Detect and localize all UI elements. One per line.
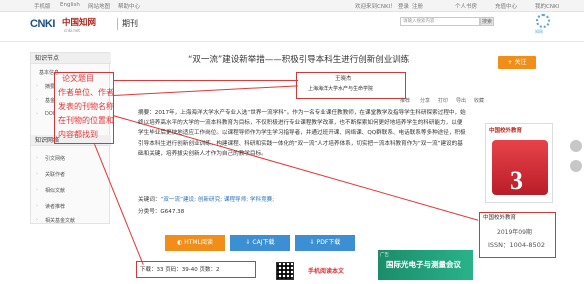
sidebar-item-similar[interactable]: 相似文献	[45, 187, 65, 194]
tool-recommend[interactable]: 推荐	[400, 97, 410, 104]
annotation-line-3: 发表的刊物名称	[58, 102, 114, 111]
ad-tag: 广告	[380, 253, 389, 258]
journal-issue[interactable]: 2019年09期	[497, 227, 532, 236]
tool-share[interactable]: 分享	[420, 97, 430, 104]
search-button[interactable]: 搜索	[480, 17, 494, 26]
sidebar-item-reader-rec[interactable]: 读者推荐	[45, 203, 65, 210]
cover-art: 3	[492, 140, 548, 195]
section-label: 期刊	[122, 19, 138, 28]
caj-download-button[interactable]: ⇩ CAJ下载	[230, 235, 290, 251]
logo-circle-icon	[536, 14, 550, 28]
author-name[interactable]: 王晓杰	[335, 74, 352, 82]
keywords-label: 关键词：	[138, 197, 161, 203]
annotation-line-1: 论文题目	[62, 74, 94, 83]
chevron-right-icon: ›	[36, 217, 38, 223]
keywords-value[interactable]: “双一流”建设; 创新研究; 课程导师; 学科竞赛;	[160, 197, 274, 203]
ad-banner[interactable]: 广告 国际光电子与测量会议	[378, 250, 473, 280]
pdf-download-label: PDF下载	[316, 239, 341, 246]
sitemap-link[interactable]: 网站地图	[88, 2, 110, 10]
mobile-link[interactable]: 手机版	[34, 2, 51, 10]
top-bar: 手机版 English 网站地图 帮助中心 欢迎来到CNKI！ 登录 注册 个人…	[0, 0, 584, 12]
tool-export[interactable]: 导出	[456, 97, 466, 104]
annotation-line-5: 内容都找到	[58, 130, 98, 139]
welcome-text: 欢迎来到CNKI！	[355, 4, 396, 10]
download-icon: ⇩	[309, 239, 317, 246]
personal-study-link[interactable]: 个人书房	[455, 2, 477, 10]
recharge-link[interactable]: 充值中心	[495, 2, 517, 10]
chevron-right-icon: ›	[36, 171, 38, 177]
zhiwang-logo[interactable]: 知网	[534, 13, 552, 35]
chevron-right-icon: ›	[36, 83, 38, 89]
author-affiliation[interactable]: 上海海洋大学水产与生命学院	[308, 85, 373, 92]
classification-row: 分类号：G647.38	[138, 207, 184, 215]
chevron-right-icon: ›	[36, 97, 38, 103]
sidebar-item-fund-docs[interactable]: 相关基金文献	[45, 217, 75, 224]
logo-cnki-text: CNKI	[30, 18, 55, 30]
ad-text: 国际光电子与测量会议	[386, 260, 461, 269]
qr-code-icon[interactable]	[276, 262, 294, 280]
logo-url-text: cnki.net	[64, 28, 80, 33]
annotation-arrow-title	[113, 80, 298, 81]
cover-title: 中国校外教育	[489, 128, 523, 134]
tool-favorite[interactable]: 收藏	[474, 97, 484, 104]
keywords-row: 关键词：“双一流”建设; 创新研究; 课程导师; 学科竞赛;	[138, 195, 274, 203]
cover-number: 3	[510, 166, 523, 195]
article-title: “双一流”建设新举措——积极引导本科生进行创新创业训练	[188, 55, 410, 65]
sidebar-item-doi[interactable]: DOI	[45, 111, 54, 117]
chevron-right-icon: ›	[36, 187, 38, 193]
back-to-top-icon[interactable]	[570, 160, 582, 172]
html-read-button[interactable]: ◐ HTML阅读	[165, 235, 225, 251]
header-divider	[117, 18, 118, 30]
subscribe-button[interactable]: + 关注	[498, 56, 536, 69]
annotation-line-4: 在刊物的位置和	[58, 116, 114, 125]
chevron-right-icon: ›	[36, 111, 38, 117]
mobile-read-link[interactable]: 手机阅读本文	[308, 266, 344, 275]
my-cnki-link[interactable]: 我的CNKI	[535, 2, 559, 10]
help-link[interactable]: 帮助中心	[118, 2, 140, 10]
english-link[interactable]: English	[60, 2, 80, 8]
journal-cover[interactable]: 中国校外教育 3	[485, 123, 553, 203]
chevron-right-icon: ›	[36, 203, 38, 209]
download-stats: 下载：33 页码：39-40 页数：2	[140, 267, 220, 273]
logo-caption: 知网	[535, 29, 543, 34]
classification-label: 分类号：	[138, 209, 161, 215]
annotation-line-2: 作者单位、作者	[58, 88, 114, 97]
register-link[interactable]: 注册	[412, 2, 423, 10]
article-abstract: 摘要：2017年，上海海洋大学水产专业入选“世界一流学科”。作为一名专业课任教教…	[138, 110, 466, 157]
cnki-logo[interactable]: CNKI 中国知网 cnki.net	[30, 15, 110, 37]
annotation-arrow-author	[113, 85, 298, 96]
classification-value: G647.38	[160, 209, 185, 215]
sidebar-item-related-authors[interactable]: 关联作者	[45, 171, 65, 178]
journal-name[interactable]: 中国校外教育	[483, 213, 516, 221]
html-read-label: HTML阅读	[184, 239, 213, 246]
logo-cn-text: 中国知网	[62, 18, 97, 28]
feedback-icon[interactable]	[570, 140, 582, 152]
login-link[interactable]: 登录	[398, 2, 409, 10]
journal-issn: ISSN：1004-8502	[488, 241, 545, 249]
tool-print[interactable]: 打印	[438, 97, 448, 104]
chevron-right-icon: ›	[36, 155, 38, 161]
search-input[interactable]: 请输入搜索内容	[400, 17, 480, 26]
sidebar-item-citation[interactable]: 引文网络	[45, 155, 65, 162]
sidebar-title-knowledge: 知识节点	[31, 53, 111, 64]
caj-download-label: CAJ下载	[252, 239, 275, 246]
pdf-download-button[interactable]: ⇩ PDF下载	[295, 235, 355, 251]
